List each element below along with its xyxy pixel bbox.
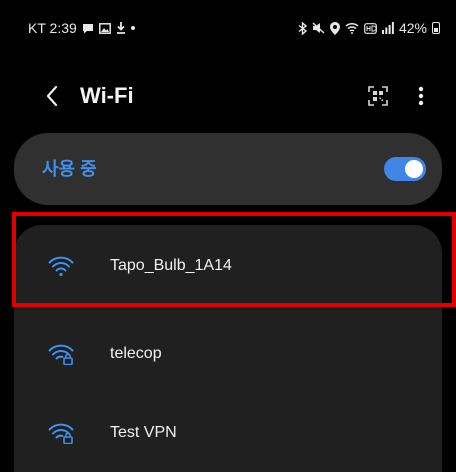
chat-bubble-icon bbox=[82, 23, 94, 34]
network-item-test-vpn[interactable]: Test VPN bbox=[14, 392, 442, 472]
mute-icon bbox=[312, 22, 325, 34]
more-options-button[interactable] bbox=[412, 82, 430, 110]
location-icon bbox=[329, 21, 340, 35]
switch-knob bbox=[405, 160, 423, 178]
network-item-tapo-bulb[interactable]: Tapo_Bulb_1A14 bbox=[14, 225, 442, 305]
bluetooth-icon bbox=[298, 21, 307, 35]
wifi-toggle-label: 사용 중 bbox=[42, 159, 97, 179]
gallery-icon bbox=[98, 22, 111, 34]
network-item-telecop[interactable]: telecop bbox=[14, 313, 442, 393]
app-bar: Wi-Fi bbox=[0, 72, 456, 120]
wifi-switch[interactable] bbox=[384, 157, 426, 181]
wifi-toggle-row[interactable]: 사용 중 bbox=[14, 133, 442, 205]
status-bar-right: 42% bbox=[298, 20, 440, 36]
status-bar: KT 2:39 42% bbox=[0, 0, 456, 56]
status-time: KT 2:39 bbox=[28, 20, 77, 36]
network-name: Tapo_Bulb_1A14 bbox=[110, 257, 232, 274]
wifi-locked-icon bbox=[48, 344, 74, 365]
wifi-connected-icon bbox=[48, 256, 74, 277]
chevron-left-icon bbox=[46, 85, 58, 107]
battery-icon bbox=[432, 22, 440, 34]
qr-scan-button[interactable] bbox=[366, 84, 390, 108]
network-list: Tapo_Bulb_1A14 telecop Test VPN bbox=[14, 225, 442, 472]
status-bar-left: KT 2:39 bbox=[28, 20, 135, 36]
hd-voice-icon bbox=[364, 22, 377, 34]
dot-icon bbox=[130, 26, 135, 30]
download-icon bbox=[116, 22, 126, 34]
back-button[interactable] bbox=[40, 82, 64, 110]
qr-code-icon bbox=[368, 86, 388, 106]
battery-percent: 42% bbox=[398, 20, 427, 36]
signal-icon bbox=[381, 22, 394, 34]
network-name: Test VPN bbox=[110, 424, 177, 441]
page-title: Wi-Fi bbox=[80, 83, 134, 108]
wifi-locked-icon bbox=[48, 423, 74, 444]
wifi-icon bbox=[345, 22, 359, 34]
more-vertical-icon bbox=[418, 86, 424, 106]
network-name: telecop bbox=[110, 345, 162, 362]
